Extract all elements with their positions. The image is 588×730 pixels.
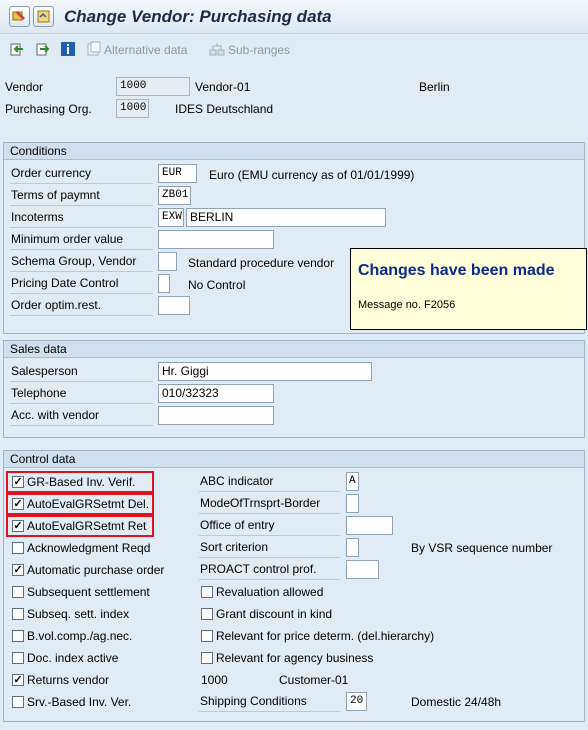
relevant-price-checkbox[interactable]: [201, 630, 213, 642]
auto-po-checkbox[interactable]: ✓: [12, 564, 24, 576]
purch-org-label: Purchasing Org.: [5, 102, 92, 116]
schema-group-desc: Standard procedure vendor: [188, 256, 335, 270]
auto-po-label: Automatic purchase order: [27, 563, 165, 577]
incoterms-label: Incoterms: [10, 208, 153, 228]
min-order-label: Minimum order value: [10, 230, 153, 250]
schema-group-label: Schema Group, Vendor: [10, 252, 153, 272]
mode-transport-field[interactable]: [346, 494, 359, 513]
info-icon[interactable]: [60, 41, 76, 57]
office-entry-field[interactable]: [346, 516, 393, 535]
mode-transport-label: ModeOfTrnsprt-Border: [199, 494, 340, 514]
purch-org-field[interactable]: 1000: [116, 99, 149, 118]
gr-based-label: GR-Based Inv. Verif.: [27, 475, 136, 489]
sort-criterion-label: Sort criterion: [199, 538, 340, 558]
auto-eval-ret-checkbox[interactable]: ✓: [12, 520, 24, 532]
order-currency-label: Order currency: [10, 164, 153, 184]
incoterms-field-2[interactable]: BERLIN: [186, 208, 386, 227]
pricing-date-field[interactable]: [158, 274, 170, 293]
subseq-index-label: Subseq. sett. index: [27, 607, 130, 621]
grant-discount-checkbox[interactable]: [201, 608, 213, 620]
sort-criterion-field[interactable]: [346, 538, 359, 557]
ack-reqd-label: Acknowledgment Reqd: [27, 541, 151, 555]
shipping-conditions-label: Shipping Conditions: [199, 692, 340, 712]
doc-index-checkbox[interactable]: [12, 652, 24, 664]
bvol-checkbox[interactable]: [12, 630, 24, 642]
min-order-field[interactable]: [158, 230, 274, 249]
purch-org-name: IDES Deutschland: [175, 102, 274, 116]
acc-vendor-field[interactable]: [158, 406, 274, 425]
revaluation-label: Revaluation allowed: [216, 585, 324, 599]
returns-vendor-value: 1000: [201, 673, 228, 687]
vendor-city: Berlin: [419, 80, 450, 94]
schema-group-field[interactable]: [158, 252, 177, 271]
order-optim-label: Order optim.rest.: [10, 296, 153, 316]
pricing-date-desc: No Control: [188, 278, 246, 292]
pricing-date-label: Pricing Date Control: [10, 274, 153, 294]
abc-indicator-label: ABC indicator: [199, 472, 340, 492]
sales-data-title: Sales data: [4, 341, 584, 358]
vendor-label: Vendor: [5, 80, 44, 94]
returns-vendor-label: Returns vendor: [27, 673, 110, 687]
relevant-agency-label: Relevant for agency business: [216, 651, 374, 665]
ack-reqd-checkbox[interactable]: [12, 542, 24, 554]
returns-vendor-name: Customer-01: [279, 673, 349, 687]
alternative-data-icon: [86, 41, 102, 57]
sort-criterion-desc: By VSR sequence number: [411, 541, 553, 555]
display-change-button[interactable]: [9, 6, 30, 27]
sub-ranges-button[interactable]: Sub-ranges: [228, 43, 290, 57]
order-optim-field[interactable]: [158, 296, 190, 315]
message-title: Changes have been made: [358, 262, 555, 279]
auto-eval-ret-label: AutoEvalGRSetmt Ret: [27, 519, 147, 533]
returns-vendor-checkbox[interactable]: ✓: [12, 674, 24, 686]
alternative-data-button[interactable]: Alternative data: [104, 43, 187, 57]
gr-based-checkbox[interactable]: ✓: [12, 476, 24, 488]
incoterms-field-1[interactable]: EXW: [158, 208, 184, 227]
acc-vendor-label: Acc. with vendor: [10, 406, 153, 426]
sub-ranges-icon: [209, 41, 225, 57]
terms-field[interactable]: ZB01: [158, 186, 191, 205]
shipping-conditions-desc: Domestic 24/48h: [411, 695, 502, 709]
doc-index-label: Doc. index active: [27, 651, 119, 665]
order-currency-desc: Euro (EMU currency as of 01/01/1999): [209, 168, 415, 182]
office-entry-label: Office of entry: [199, 516, 340, 536]
telephone-label: Telephone: [10, 384, 153, 404]
auto-eval-del-label: AutoEvalGRSetmt Del.: [27, 497, 150, 511]
message-number: Message no. F2056: [358, 299, 456, 311]
proact-field[interactable]: [346, 560, 379, 579]
conditions-title: Conditions: [4, 143, 584, 160]
bvol-label: B.vol.comp./ag.nec.: [27, 629, 133, 643]
srv-based-label: Srv.-Based Inv. Ver.: [27, 695, 132, 709]
relevant-price-label: Relevant for price determ. (del.hierarch…: [216, 629, 435, 643]
telephone-field[interactable]: 010/32323: [158, 384, 274, 403]
revaluation-checkbox[interactable]: [201, 586, 213, 598]
order-currency-field[interactable]: EUR: [158, 164, 197, 183]
control-data-title: Control data: [4, 451, 584, 468]
subseq-index-checkbox[interactable]: [12, 608, 24, 620]
shipping-conditions-field[interactable]: 20: [346, 692, 367, 711]
abc-indicator-field[interactable]: A: [346, 472, 359, 491]
other-object-button[interactable]: [33, 6, 54, 27]
next-screen-icon[interactable]: [35, 41, 51, 57]
previous-screen-icon[interactable]: [9, 41, 25, 57]
grant-discount-label: Grant discount in kind: [216, 607, 333, 621]
vendor-name: Vendor-01: [195, 80, 251, 94]
display-change-icon: [12, 11, 25, 21]
subseq-settle-label: Subsequent settlement: [27, 585, 150, 599]
auto-eval-del-checkbox[interactable]: ✓: [12, 498, 24, 510]
srv-based-checkbox[interactable]: [12, 696, 24, 708]
vendor-field[interactable]: 1000: [116, 77, 190, 96]
page-title: Change Vendor: Purchasing data: [64, 7, 332, 26]
relevant-agency-checkbox[interactable]: [201, 652, 213, 664]
other-object-icon: [37, 10, 50, 23]
message-popup: [350, 248, 587, 330]
salesperson-label: Salesperson: [10, 362, 153, 382]
terms-label: Terms of paymnt: [10, 186, 153, 206]
subseq-settle-checkbox[interactable]: [12, 586, 24, 598]
proact-label: PROACT control prof.: [199, 560, 340, 580]
salesperson-field[interactable]: Hr. Giggi: [158, 362, 372, 381]
